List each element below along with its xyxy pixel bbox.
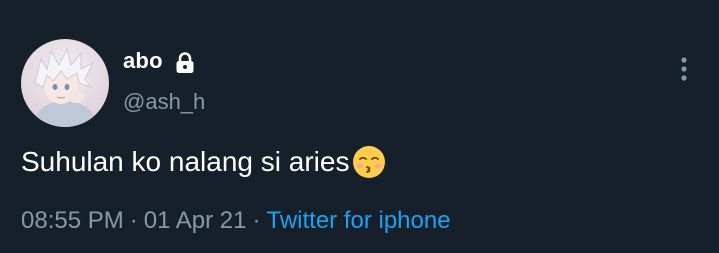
display-name[interactable]: abo — [123, 48, 163, 74]
tweet-source-link[interactable]: Twitter for iphone — [266, 207, 450, 234]
tweet-card: abo @ash_h Suhulan ko nalang si aries 08… — [0, 0, 719, 253]
kissing-face-emoji-icon — [353, 146, 386, 178]
avatar[interactable] — [21, 39, 109, 127]
anime-avatar-icon — [31, 47, 99, 127]
tweet-date: 01 Apr 21 — [143, 207, 247, 234]
meta-separator: · — [129, 207, 138, 234]
tweet-time: 08:55 PM — [21, 207, 124, 234]
meta-separator: · — [252, 207, 261, 234]
tweet-body: Suhulan ko nalang si aries — [21, 146, 350, 177]
tweet-text: Suhulan ko nalang si aries — [21, 144, 387, 180]
more-vertical-icon[interactable] — [677, 56, 691, 82]
lock-icon — [176, 52, 194, 73]
handle[interactable]: @ash_h — [123, 89, 205, 115]
tweet-meta: 08:55 PM · 01 Apr 21 · Twitter for iphone — [21, 207, 451, 235]
